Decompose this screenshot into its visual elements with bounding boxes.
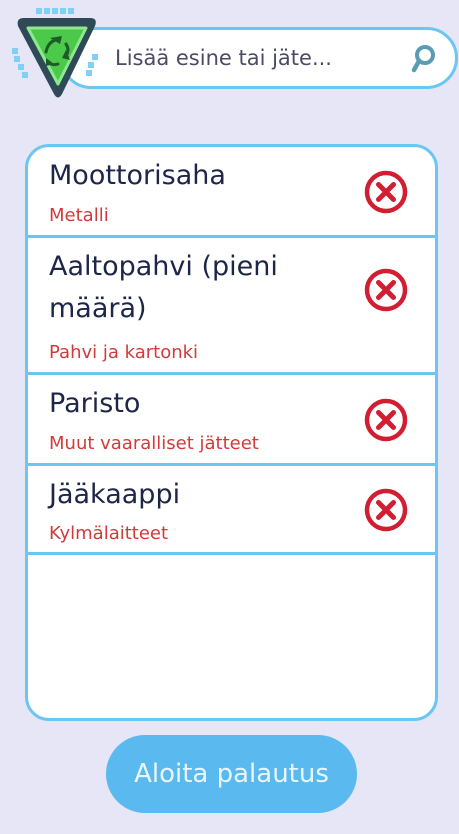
remove-x-circle-icon[interactable] bbox=[362, 396, 410, 444]
remove-x-circle-icon[interactable] bbox=[362, 486, 410, 534]
item-category: Muut vaaralliset jätteet bbox=[49, 433, 259, 454]
list-item: Paristo Muut vaaralliset jätteet bbox=[28, 375, 435, 466]
item-category: Metalli bbox=[49, 205, 109, 226]
item-category: Kylmälaitteet bbox=[49, 523, 169, 544]
item-category: Pahvi ja kartonki bbox=[49, 342, 199, 363]
item-list: Moottorisaha Metalli Aaltopahvi (pieni m… bbox=[25, 144, 438, 721]
remove-x-circle-icon[interactable] bbox=[362, 266, 410, 314]
search-bar bbox=[10, 8, 458, 103]
search-field-container bbox=[60, 27, 458, 89]
remove-x-circle-icon[interactable] bbox=[362, 168, 410, 216]
item-name: Aaltopahvi (pieni määrä) bbox=[49, 251, 278, 324]
recycle-shield-icon bbox=[12, 8, 98, 98]
start-return-button[interactable]: Aloita palautus bbox=[106, 735, 357, 813]
item-name: Moottorisaha bbox=[49, 160, 226, 191]
list-item: Moottorisaha Metalli bbox=[28, 147, 435, 238]
item-name: Jääkaappi bbox=[49, 479, 181, 510]
item-name: Paristo bbox=[49, 388, 141, 419]
list-item: Aaltopahvi (pieni määrä) Pahvi ja karton… bbox=[28, 238, 435, 375]
search-input[interactable] bbox=[115, 30, 383, 86]
list-item: Jääkaappi Kylmälaitteet bbox=[28, 466, 435, 555]
search-icon[interactable] bbox=[407, 43, 439, 75]
